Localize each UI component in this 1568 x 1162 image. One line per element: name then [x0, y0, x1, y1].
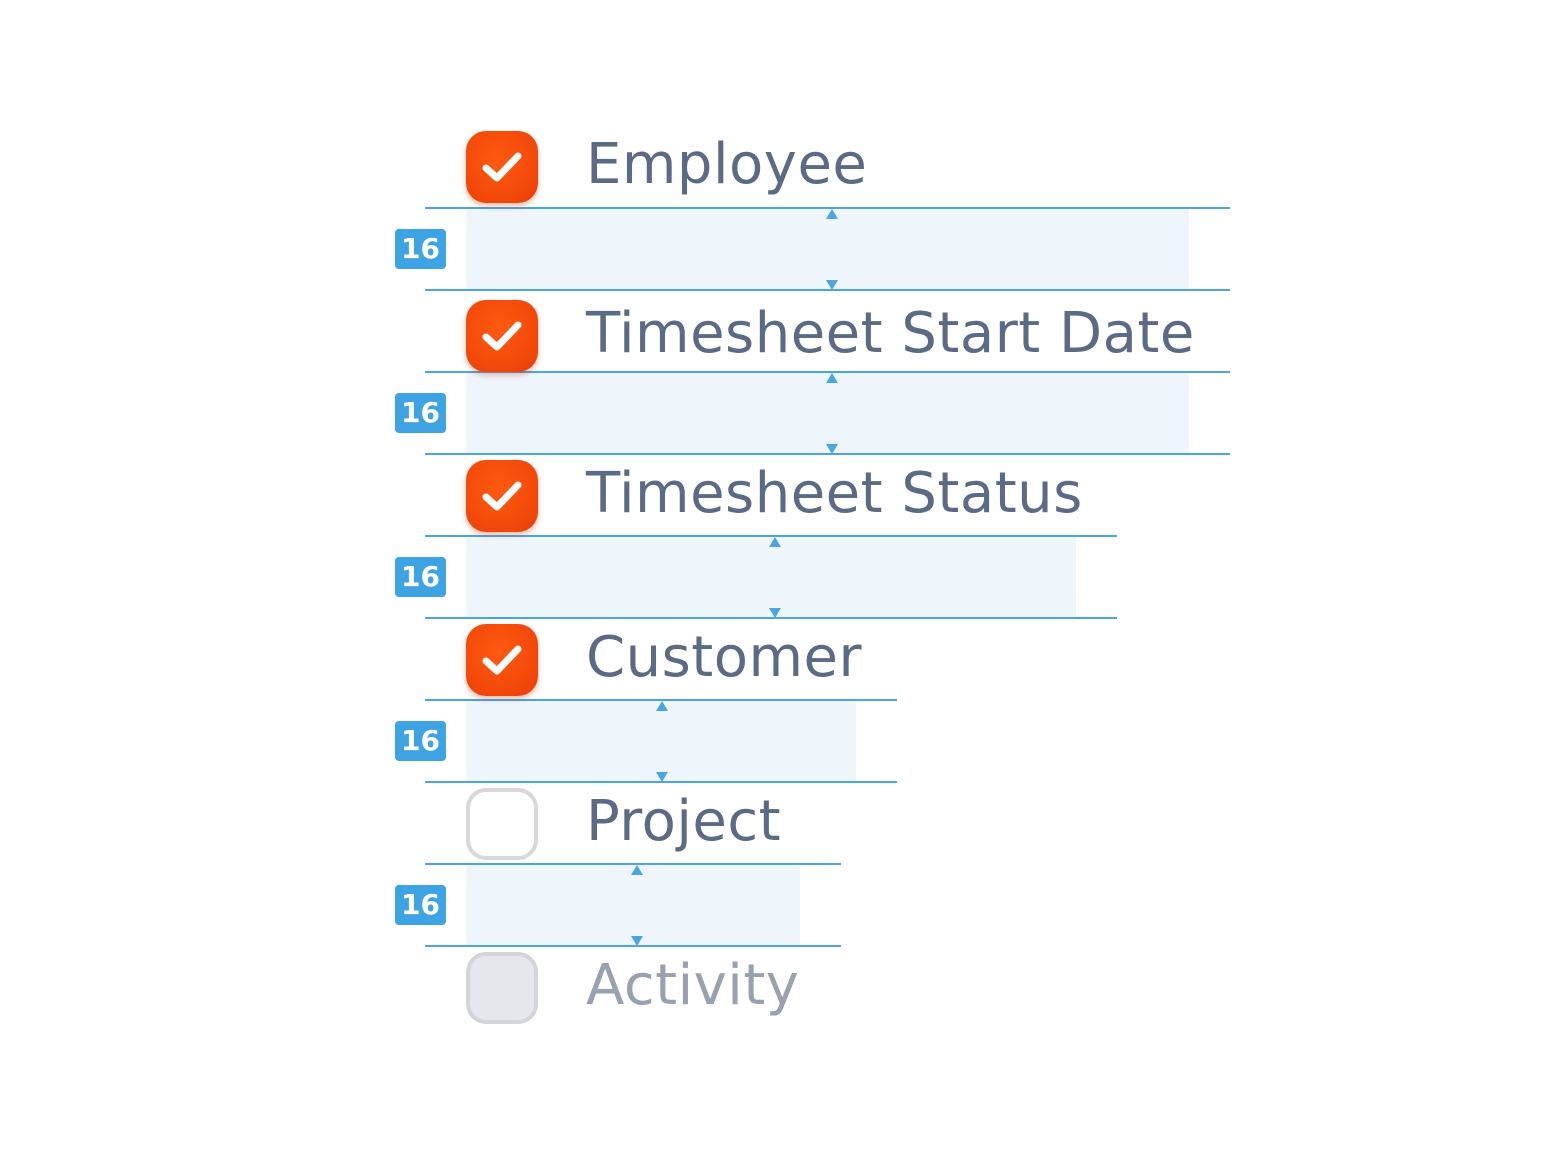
checkbox-unchecked[interactable] [466, 788, 538, 860]
spacing-band [466, 865, 800, 947]
checkmark-icon [482, 321, 522, 351]
spacing-band [466, 373, 1189, 455]
spacing-badge: 16 [395, 721, 446, 761]
spacing-band [466, 701, 856, 783]
option-label: Activity [586, 953, 800, 1018]
arrow-up-icon [826, 373, 838, 383]
spacing-band [466, 537, 1076, 619]
arrow-up-icon [826, 209, 838, 219]
checkmark-icon [482, 645, 522, 675]
spacing-band [466, 209, 1189, 291]
arrow-down-icon [769, 608, 781, 618]
option-label: Project [586, 789, 782, 854]
option-label: Customer [586, 625, 863, 690]
arrow-up-icon [769, 537, 781, 547]
arrow-up-icon [631, 865, 643, 875]
checkbox-checked[interactable] [466, 131, 538, 203]
option-label: Timesheet Status [586, 461, 1083, 526]
arrow-up-icon [656, 701, 668, 711]
checkmark-icon [482, 152, 522, 182]
arrow-down-icon [631, 936, 643, 946]
option-label: Timesheet Start Date [586, 301, 1195, 366]
checkbox-checked[interactable] [466, 624, 538, 696]
spacing-badge: 16 [395, 229, 446, 269]
checkbox-checked[interactable] [466, 300, 538, 372]
arrow-down-icon [826, 444, 838, 454]
checkbox-checked[interactable] [466, 460, 538, 532]
spacing-badge: 16 [395, 557, 446, 597]
checkbox-spacing-spec: 16 16 16 16 16 Employee Timesheet Start … [0, 0, 1568, 1162]
spacing-badge: 16 [395, 393, 446, 433]
checkmark-icon [482, 481, 522, 511]
option-label: Employee [586, 132, 868, 197]
arrow-down-icon [656, 772, 668, 782]
checkbox-disabled [466, 952, 538, 1024]
spacing-badge: 16 [395, 885, 446, 925]
arrow-down-icon [826, 280, 838, 290]
